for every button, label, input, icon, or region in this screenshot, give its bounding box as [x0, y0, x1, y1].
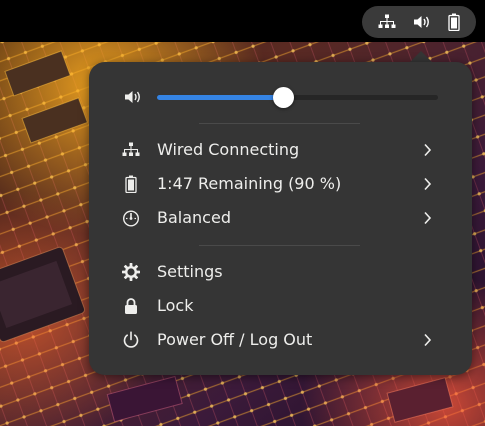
menu-item-power-off[interactable]: Power Off / Log Out — [101, 324, 460, 356]
top-bar — [0, 0, 485, 42]
separator — [199, 123, 360, 124]
gear-icon — [122, 263, 140, 281]
volume-slider-handle[interactable] — [273, 87, 295, 108]
menu-item-network[interactable]: Wired Connecting — [101, 134, 460, 166]
menu-item-label: Settings — [157, 262, 223, 281]
volume-slider[interactable] — [157, 87, 438, 108]
volume-icon — [413, 16, 429, 28]
desktop: Wired Connecting 1:47 Remaining (90 %) B… — [0, 0, 485, 426]
chevron-right-icon — [424, 143, 432, 157]
battery-icon — [125, 175, 137, 193]
menu-item-label: 1:47 Remaining (90 %) — [157, 174, 342, 193]
chevron-right-icon — [424, 211, 432, 225]
system-status-indicators[interactable] — [362, 6, 476, 38]
chevron-right-icon — [424, 177, 432, 191]
battery-icon — [447, 13, 460, 31]
network-wired-icon — [378, 14, 396, 28]
volume-row — [89, 82, 472, 112]
menu-item-power-profile[interactable]: Balanced — [101, 202, 460, 234]
menu-item-label: Wired Connecting — [157, 140, 300, 159]
lock-icon — [125, 298, 137, 314]
volume-icon[interactable] — [124, 89, 142, 105]
menu-item-lock[interactable]: Lock — [101, 290, 460, 322]
menu-item-settings[interactable]: Settings — [101, 256, 460, 288]
quick-settings-menu: Wired Connecting 1:47 Remaining (90 %) B… — [89, 62, 472, 375]
menu-item-label: Power Off / Log Out — [157, 330, 313, 349]
chevron-right-icon — [424, 333, 432, 347]
power-profile-icon — [122, 210, 140, 227]
menu-item-label: Balanced — [157, 208, 231, 227]
network-wired-icon — [122, 142, 140, 156]
separator — [199, 245, 360, 246]
menu-item-label: Lock — [157, 296, 194, 315]
menu-item-battery[interactable]: 1:47 Remaining (90 %) — [101, 168, 460, 200]
volume-slider-fill — [157, 95, 284, 100]
power-icon — [123, 331, 139, 348]
